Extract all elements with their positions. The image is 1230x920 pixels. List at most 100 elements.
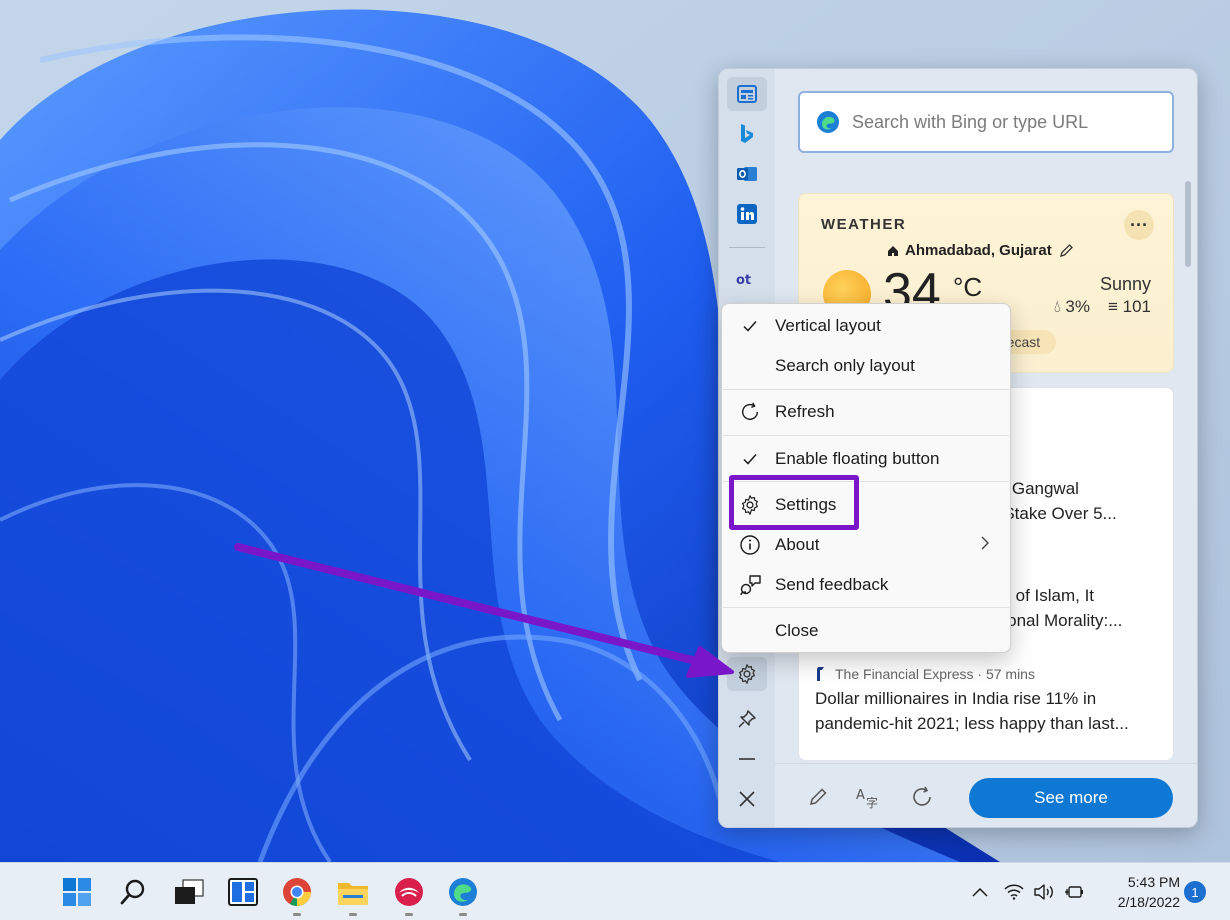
menu-item-label: Vertical layout — [775, 316, 881, 335]
edge-taskbar-button[interactable] — [444, 873, 482, 916]
menu-item-search-only-layout[interactable]: Search only layout — [722, 346, 1010, 386]
notification-badge[interactable]: 1 — [1184, 881, 1206, 903]
menu-item-close[interactable]: Close — [722, 611, 1010, 651]
menu-item-label: Send feedback — [775, 575, 889, 594]
menu-item-enable-floating-button[interactable]: Enable floating button — [722, 439, 1010, 479]
weather-title: WEATHER — [821, 216, 907, 233]
news-title-3[interactable]: Dollar millionaires in India rise 11% in… — [815, 686, 1165, 736]
precipitation-value: 3% — [1065, 297, 1090, 316]
weather-more-options-button[interactable]: ··· — [1124, 210, 1154, 240]
see-more-button[interactable]: See more — [969, 778, 1173, 818]
menu-separator — [723, 435, 1009, 436]
aqi-stat: ≡ 101 — [1108, 297, 1151, 317]
news-source-label: The Financial Express · 57 mins — [835, 666, 1035, 682]
weather-unit: °C — [953, 272, 983, 302]
clock-date: 2/18/2022 — [1117, 894, 1180, 910]
news-feed-icon[interactable] — [727, 77, 767, 111]
menu-item-label: Close — [775, 621, 819, 640]
checkmark-icon — [738, 447, 762, 471]
news-title-3-line2: pandemic-hit 2021; less happy than last.… — [815, 714, 1129, 733]
menu-item-vertical-layout[interactable]: Vertical layout — [722, 306, 1010, 346]
search-placeholder: Search with Bing or type URL — [852, 111, 1089, 132]
widgets-icon — [228, 878, 258, 906]
menu-item-label: Search only layout — [775, 356, 915, 375]
edit-icon[interactable] — [801, 780, 835, 814]
svg-text:字: 字 — [866, 795, 878, 809]
financial-express-logo-icon — [817, 667, 824, 681]
refresh-icon — [738, 400, 762, 424]
menu-item-label: Refresh — [775, 402, 835, 421]
menu-item-label: About — [775, 535, 820, 554]
sidebar-footer: A字 See more — [775, 763, 1197, 827]
task-view-button[interactable] — [170, 873, 208, 911]
linkedin-icon[interactable] — [727, 197, 767, 231]
translate-icon[interactable]: A字 — [853, 780, 887, 814]
clock-time: 5:43 PM — [1127, 874, 1180, 890]
show-hidden-icons-chevron-icon[interactable] — [970, 879, 990, 905]
menu-item-about[interactable]: About — [722, 525, 1010, 565]
air-quality-icon: ≡ — [1107, 297, 1118, 316]
menu-item-settings[interactable]: Settings — [722, 485, 1010, 525]
battery-charging-icon[interactable] — [1064, 879, 1086, 905]
menu-item-label: Settings — [775, 495, 837, 514]
search-box[interactable]: Search with Bing or type URL — [798, 91, 1174, 153]
edge-search-icon — [817, 111, 839, 133]
running-indicator — [349, 913, 357, 916]
info-icon — [738, 533, 762, 557]
weather-condition: Sunny — [1099, 274, 1151, 294]
menu-separator — [723, 481, 1009, 482]
feedback-icon — [738, 573, 762, 597]
precipitation-stat: 💧︎ 3% — [1054, 297, 1090, 317]
edge-icon — [449, 878, 477, 906]
bing-icon[interactable] — [727, 117, 767, 151]
taskbar: 5:43 PM 2/18/2022 1 — [0, 862, 1230, 920]
windows-logo-icon — [63, 878, 91, 906]
menu-separator — [723, 389, 1009, 390]
weather-location[interactable]: Ahmadabad, Gujarat — [887, 242, 1074, 259]
checkmark-icon — [738, 314, 762, 338]
pin-icon[interactable] — [727, 702, 767, 736]
scrollbar-thumb[interactable] — [1185, 181, 1191, 267]
settings-gear-icon[interactable] — [727, 657, 767, 691]
app-icon — [395, 878, 423, 906]
chrome-icon — [283, 878, 311, 906]
office-icon[interactable]: ot — [727, 262, 767, 296]
running-indicator — [293, 913, 301, 916]
sidebar-context-menu: Vertical layout Search only layout Refre… — [721, 303, 1011, 653]
outlook-icon[interactable] — [727, 157, 767, 191]
aqi-value: 101 — [1122, 297, 1151, 316]
weather-location-label: Ahmadabad, Gujarat — [905, 242, 1052, 259]
menu-item-label: Enable floating button — [775, 449, 940, 468]
chrome-taskbar-button[interactable] — [278, 873, 316, 916]
close-icon[interactable] — [727, 782, 767, 816]
droplet-icon: 💧︎ — [1053, 297, 1061, 316]
task-view-icon — [175, 879, 204, 904]
app-taskbar-button[interactable] — [390, 873, 428, 916]
folder-icon — [338, 883, 368, 905]
weather-stats: 💧︎ 3% ≡ 101 — [1054, 297, 1151, 317]
file-explorer-taskbar-button[interactable] — [334, 873, 372, 916]
widgets-button[interactable] — [224, 873, 262, 911]
search-taskbar-button[interactable] — [114, 873, 152, 911]
start-button[interactable] — [58, 873, 96, 911]
home-icon — [888, 245, 898, 256]
search-icon — [120, 879, 145, 905]
menu-separator — [723, 607, 1009, 608]
edit-pencil-icon[interactable] — [1058, 243, 1074, 259]
taskbar-clock[interactable]: 5:43 PM 2/18/2022 — [1100, 872, 1180, 912]
menu-item-send-feedback[interactable]: Send feedback — [722, 565, 1010, 605]
chevron-right-icon — [980, 536, 990, 555]
svg-text:ot: ot — [736, 273, 751, 286]
running-indicator — [459, 913, 467, 916]
minimize-icon[interactable] — [727, 742, 767, 776]
news-source: The Financial Express · 57 mins — [815, 666, 1035, 682]
news-title-3-line1: Dollar millionaires in India rise 11% in — [815, 689, 1097, 708]
rail-divider — [729, 247, 765, 248]
svg-text:A: A — [856, 788, 865, 803]
refresh-icon[interactable] — [905, 780, 939, 814]
running-indicator — [405, 913, 413, 916]
wifi-icon[interactable] — [1003, 879, 1025, 905]
menu-item-refresh[interactable]: Refresh — [722, 392, 1010, 432]
gear-icon — [738, 493, 762, 517]
volume-icon[interactable] — [1033, 879, 1055, 905]
